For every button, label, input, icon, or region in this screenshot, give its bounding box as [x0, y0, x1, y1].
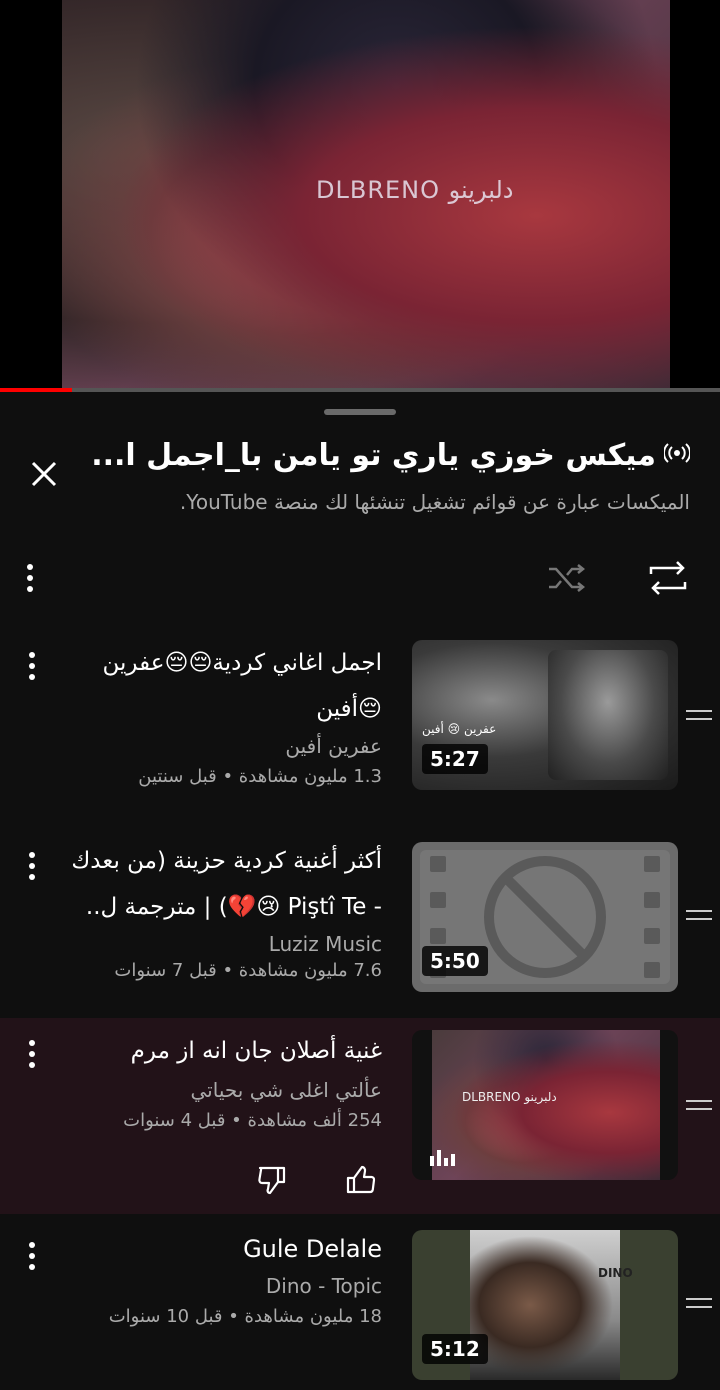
playlist-item-active[interactable]: غنية أصلان جان انه از مرم عألتي اغلى شي … — [0, 1018, 720, 1214]
item-channel: Luziz Music — [268, 932, 382, 956]
item-title-line2: - Piştî Te 😢💔) | مترجمة ل.. — [85, 894, 382, 920]
thumbnail-image — [470, 1230, 620, 1380]
panel-drag-handle[interactable] — [324, 409, 396, 415]
mix-title: ميكس خوزي ياري تو يامن با_اجمل ا... — [91, 438, 656, 473]
item-title-line2: 😔أفين — [316, 696, 382, 722]
item-thumbnail[interactable]: 5:50 — [412, 842, 678, 992]
playlist-item[interactable]: اجمل اغاني كردية😔😔عفرين 😔أفين عفرين أفين… — [0, 630, 720, 810]
item-title: Gule Delale — [243, 1235, 382, 1263]
drag-handle-icon[interactable] — [686, 1100, 712, 1110]
item-channel: عفرين أفين — [285, 734, 382, 758]
video-watermark: DLBRENO دلبرينو — [316, 176, 514, 204]
thumbs-up-icon — [346, 1165, 376, 1194]
shuffle-button[interactable] — [544, 558, 588, 598]
now-playing-icon — [430, 1150, 455, 1166]
thumbnail-label: عفرين 😢 أفين — [422, 722, 497, 736]
playlist-item[interactable]: Gule Delale Dino - Topic 18 مليون مشاهدة… — [0, 1220, 720, 1390]
thumbnail-label: DLBRENO دلبرينو — [462, 1090, 557, 1104]
thumbnail-image — [432, 1030, 660, 1180]
item-more-button[interactable] — [22, 1242, 42, 1270]
like-button[interactable] — [340, 1160, 380, 1200]
playlist-item[interactable]: أكثر أغنية كردية حزينة (من بعدك - Piştî … — [0, 830, 720, 1010]
mix-subtitle: الميكسات عبارة عن قوائم تشغيل تنشئها لك … — [179, 490, 690, 514]
item-meta: 1.3 مليون مشاهدة • قبل سنتين — [138, 766, 382, 787]
dislike-button[interactable] — [252, 1160, 292, 1200]
drag-handle-icon[interactable] — [686, 710, 712, 720]
item-title: غنية أصلان جان انه از مرم — [130, 1038, 382, 1064]
item-channel: Dino - Topic — [265, 1274, 382, 1298]
item-thumbnail[interactable]: DLBRENO دلبرينو — [412, 1030, 678, 1180]
item-more-button[interactable] — [22, 852, 42, 880]
item-title: اجمل اغاني كردية😔😔عفرين — [102, 650, 382, 676]
item-thumbnail[interactable]: DINO 5:12 — [412, 1230, 678, 1380]
item-more-button[interactable] — [22, 1040, 42, 1068]
loop-button[interactable] — [646, 558, 690, 598]
item-more-button[interactable] — [22, 652, 42, 680]
item-meta: 18 مليون مشاهدة • قبل 10 سنوات — [108, 1306, 382, 1327]
item-duration: 5:12 — [422, 1334, 488, 1364]
panel-more-button[interactable] — [20, 564, 40, 592]
item-channel: عألتي اغلى شي بحياتي — [190, 1078, 382, 1102]
thumbnail-label: DINO — [598, 1266, 633, 1280]
video-player[interactable]: DLBRENO دلبرينو — [0, 0, 720, 392]
item-thumbnail[interactable]: عفرين 😢 أفين 5:27 — [412, 640, 678, 790]
mix-broadcast-icon — [662, 442, 692, 470]
thumbnail-image — [548, 650, 668, 780]
loop-icon — [649, 561, 687, 595]
item-meta: 254 ألف مشاهدة • قبل 4 سنوات — [123, 1110, 382, 1131]
shuffle-icon — [549, 564, 586, 592]
item-duration: 5:27 — [422, 744, 488, 774]
mix-title-row: ميكس خوزي ياري تو يامن با_اجمل ا... — [91, 438, 692, 473]
thumbs-down-icon — [258, 1166, 286, 1195]
item-meta: 7.6 مليون مشاهدة • قبل 7 سنوات — [114, 960, 382, 981]
close-icon — [31, 461, 57, 487]
drag-handle-icon[interactable] — [686, 1298, 712, 1308]
close-button[interactable] — [24, 454, 64, 494]
item-title: أكثر أغنية كردية حزينة (من بعدك — [71, 848, 382, 874]
drag-handle-icon[interactable] — [686, 910, 712, 920]
item-duration: 5:50 — [422, 946, 488, 976]
